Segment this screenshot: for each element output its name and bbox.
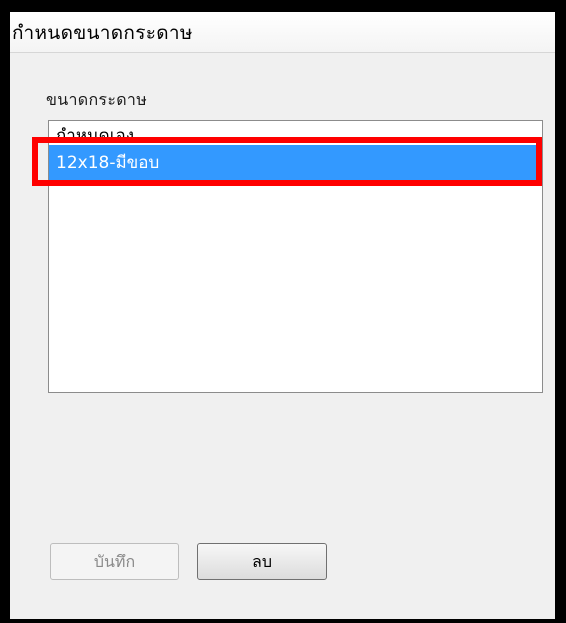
list-item-custom[interactable]: กำหนดเอง xyxy=(49,123,542,145)
paper-size-list[interactable]: กำหนดเอง 12x18-มีขอบ xyxy=(48,120,543,393)
screenshot-frame: กำหนดขนาดกระดาษ ขนาดกระดาษ กำหนดเอง 12x1… xyxy=(0,0,566,623)
list-item-12x18-bordered[interactable]: 12x18-มีขอบ xyxy=(49,145,542,181)
delete-button[interactable]: ลบ xyxy=(197,543,327,580)
dialog-title: กำหนดขนาดกระดาษ xyxy=(12,22,193,44)
paper-size-label: ขนาดกระดาษ xyxy=(46,90,148,109)
save-button[interactable]: บันทึก xyxy=(50,543,179,580)
frame-border-right xyxy=(555,0,566,623)
dialog-titlebar: กำหนดขนาดกระดาษ xyxy=(10,12,555,53)
paper-size-dialog: กำหนดขนาดกระดาษ ขนาดกระดาษ กำหนดเอง 12x1… xyxy=(10,12,555,619)
frame-border-left xyxy=(0,0,10,623)
frame-border-top xyxy=(0,0,566,12)
frame-border-bottom xyxy=(0,619,566,623)
